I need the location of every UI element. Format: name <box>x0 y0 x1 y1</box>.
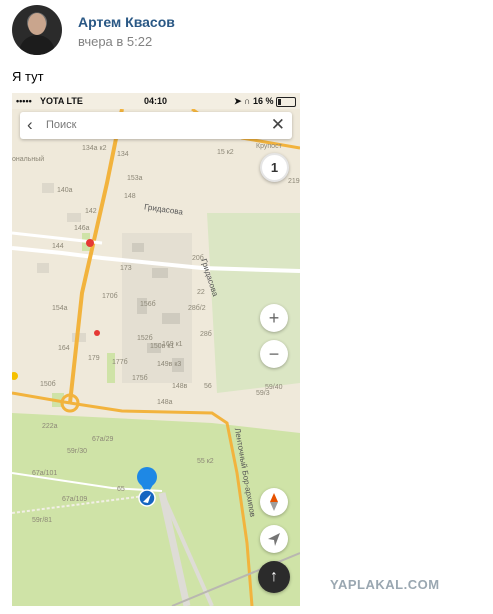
park-area <box>207 213 300 393</box>
post-text: Я тут <box>12 69 44 84</box>
route-button[interactable]: ↑ <box>258 561 290 593</box>
map-label: 173 <box>120 265 132 272</box>
compass-button[interactable] <box>260 488 288 516</box>
avatar-body <box>19 35 55 55</box>
map-label: 179 <box>88 355 100 362</box>
map-label: 59г/81 <box>32 517 53 524</box>
map-label: 20б <box>192 255 204 262</box>
map-label: 152б <box>137 335 153 342</box>
map-label: 28б/2 <box>188 305 206 312</box>
map-label: 67а/101 <box>32 470 58 477</box>
map-label: 67а/109 <box>62 496 88 503</box>
map-label: ональный <box>12 156 45 163</box>
compass-icon <box>270 493 278 511</box>
map-label: 59/3 <box>256 390 270 397</box>
avatar-face <box>28 13 46 35</box>
map-label: 59г/30 <box>67 448 88 455</box>
search-bar[interactable]: ‹ Поиск ✕ <box>20 112 292 139</box>
map-label: 59/40 <box>265 384 283 391</box>
map-label: 22 <box>197 289 205 296</box>
building <box>162 313 180 324</box>
map-label: 222а <box>42 423 58 430</box>
post-time[interactable]: вчера в 5:22 <box>78 34 152 49</box>
avatar[interactable] <box>12 5 62 55</box>
traffic-button[interactable]: 1 <box>260 153 289 182</box>
map-label: 65 <box>117 486 125 493</box>
map-label: 164 <box>58 345 70 352</box>
status-bar: ••••• YOTA LTE 04:10 ➤ ∩ 16 % <box>12 93 300 109</box>
zoom-in-button[interactable]: + <box>260 304 288 332</box>
map-label: 28б <box>200 331 212 338</box>
signal-strength: ••••• <box>16 96 32 106</box>
building <box>67 213 81 222</box>
map-label: 150б <box>40 381 56 388</box>
close-icon[interactable]: ✕ <box>271 115 285 135</box>
poi-marker <box>94 330 100 336</box>
map-label: 67а/29 <box>92 436 114 443</box>
status-time: 04:10 <box>144 96 168 106</box>
map-label: 146а <box>74 225 90 232</box>
map-label: Крупост <box>256 143 282 150</box>
zoom-out-button[interactable]: − <box>260 340 288 368</box>
poi-marker <box>86 239 94 247</box>
map-label: 144 <box>52 243 64 250</box>
status-icons: ➤ ∩ 16 % <box>234 96 274 106</box>
map-label: 149в к3 <box>157 361 182 368</box>
map-label: 56 <box>204 383 212 390</box>
search-input[interactable]: Поиск <box>46 119 76 131</box>
battery-icon <box>276 97 296 107</box>
map-label: 134а к2 <box>82 145 107 152</box>
watermark: YAPLAKAL.COM <box>330 577 440 592</box>
map-label: 219 <box>288 178 300 185</box>
map-label: 154а <box>52 305 68 312</box>
map-label: 175б <box>132 375 148 382</box>
building <box>42 183 54 193</box>
map-label: 148 <box>124 193 136 200</box>
map-label: 142 <box>85 208 97 215</box>
map-label: 169 к1 <box>162 341 183 348</box>
map-label: 153а <box>127 175 143 182</box>
green-strip <box>107 353 115 383</box>
author-name[interactable]: Артем Квасов <box>78 14 175 30</box>
locate-arrow-icon <box>268 533 280 546</box>
map-label: 134 <box>117 151 129 158</box>
map-label: 15 к2 <box>217 149 234 156</box>
map-label: 148в <box>172 383 188 390</box>
map-label: 156б <box>140 301 156 308</box>
locate-button[interactable] <box>260 525 288 553</box>
back-icon[interactable]: ‹ <box>27 115 33 135</box>
map-label: 140а <box>57 187 73 194</box>
map-label: 55 к2 <box>197 458 214 465</box>
building <box>37 263 49 273</box>
carrier: YOTA LTE <box>40 96 83 106</box>
map-screenshot: Гридасова Гридасова Ленточный Бор-архипо… <box>12 93 300 606</box>
building <box>132 243 144 252</box>
post-header: Артем Квасов вчера в 5:22 <box>12 5 482 61</box>
map-label: 148а <box>157 399 173 406</box>
forest-area <box>12 413 300 606</box>
building <box>152 268 168 278</box>
map-label: 177б <box>112 359 128 366</box>
map-label: 170б <box>102 293 118 300</box>
